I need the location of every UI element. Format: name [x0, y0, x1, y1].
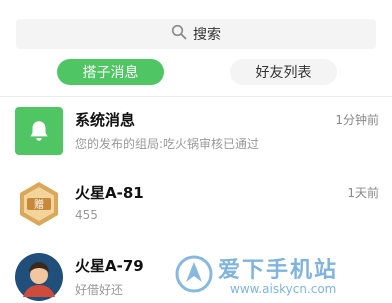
tab-buddy-messages[interactable]: 搭子消息 [57, 59, 164, 85]
conversation-name: 火星A-79 [75, 257, 144, 275]
conversation-preview: 好借好还 [75, 283, 124, 297]
search-bar[interactable]: 搜索 [16, 19, 376, 49]
bell-icon [15, 107, 63, 155]
list-item[interactable]: 系统消息 1分钟前 您的发布的组局:吃火锅审核已通过 [0, 107, 392, 171]
search-icon [171, 24, 187, 44]
user-avatar [15, 253, 63, 301]
tab-friend-list[interactable]: 好友列表 [230, 59, 337, 85]
search-placeholder: 搜索 [193, 27, 221, 43]
conversation-name: 系统消息 [75, 111, 136, 129]
conversation-time: 1分钟前 [335, 113, 379, 127]
conversation-name: 火星A-81 [75, 184, 144, 202]
divider [0, 96, 392, 97]
list-item[interactable]: 赠 火星A-81 1天前 455 [0, 180, 392, 244]
list-item[interactable]: 火星A-79 好借好还 [0, 253, 392, 303]
conversation-time: 1天前 [347, 186, 379, 200]
conversation-preview: 您的发布的组局:吃火锅审核已通过 [75, 137, 260, 151]
conversation-preview: 455 [75, 208, 98, 222]
svg-text:赠: 赠 [34, 198, 44, 211]
gift-badge-icon: 赠 [15, 180, 63, 228]
